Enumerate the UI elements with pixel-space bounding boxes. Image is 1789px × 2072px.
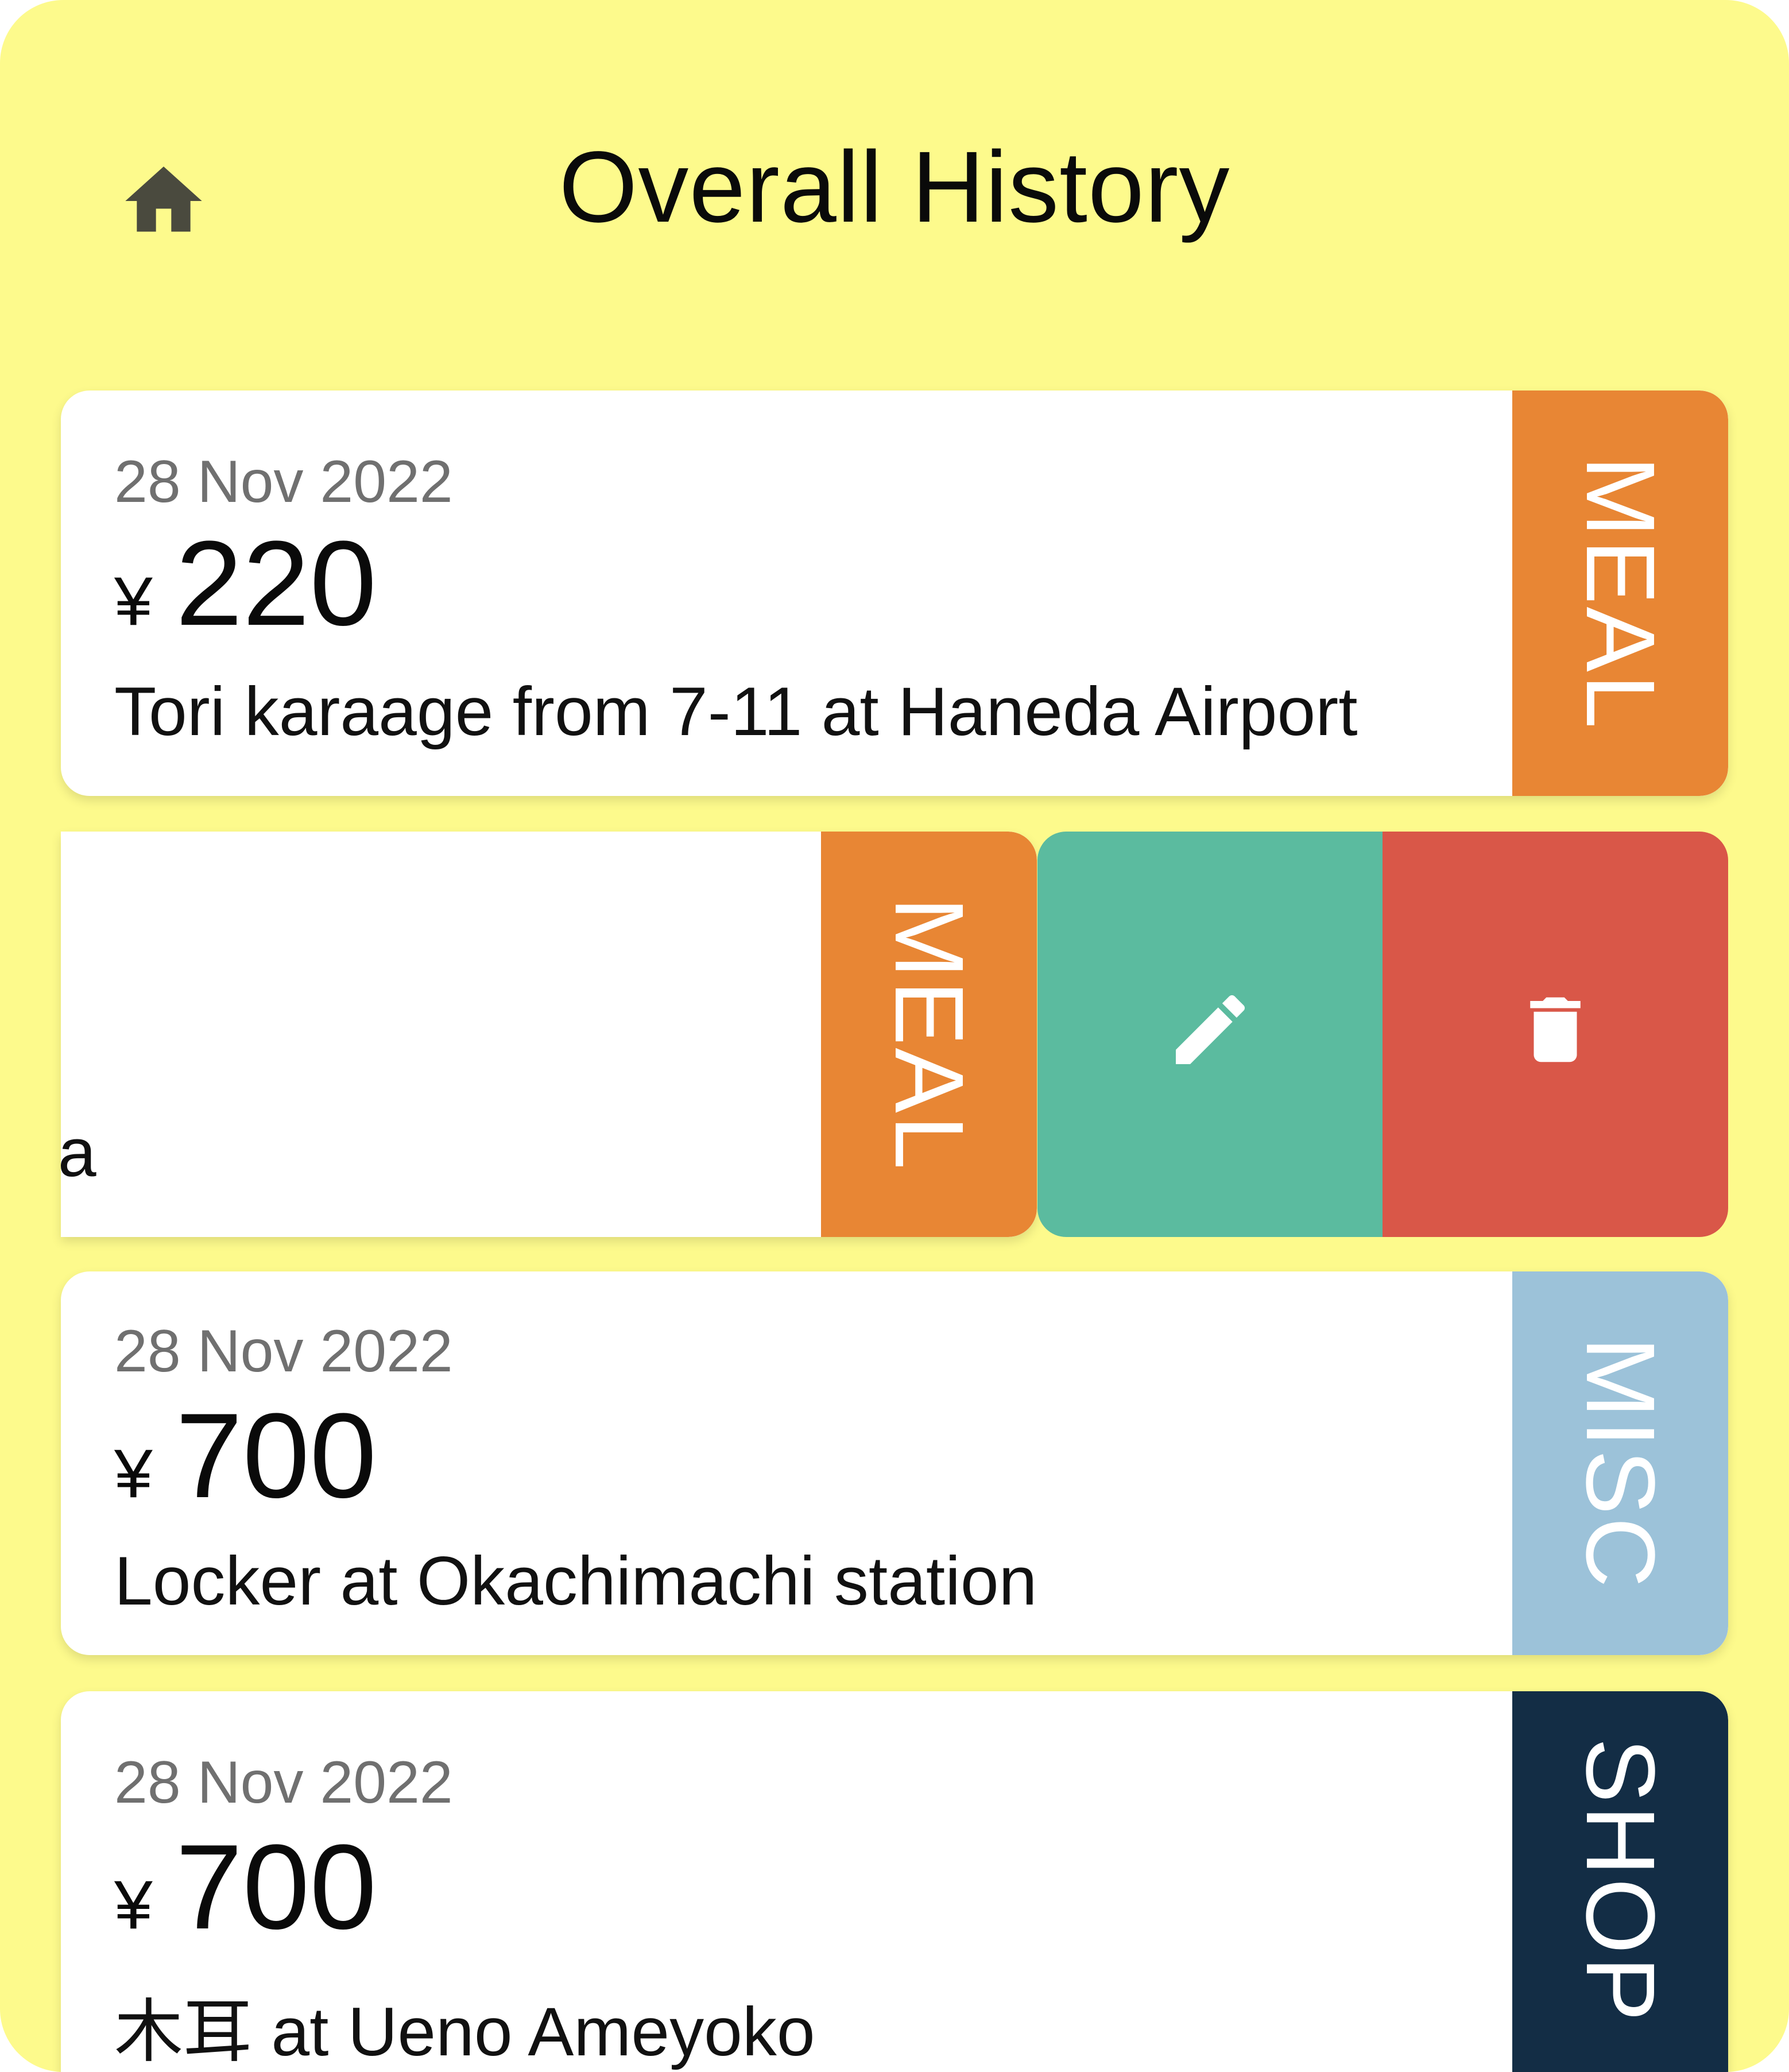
entry-date: 28 Nov 2022 [114, 1749, 453, 1816]
entry-date: 28 Nov 2022 [114, 1318, 453, 1385]
entry-card[interactable]: 28 Nov 2022 ¥220 Tori karaage from 7-11 … [61, 391, 1728, 796]
page-title: Overall History [559, 131, 1230, 243]
edit-button[interactable] [1037, 832, 1383, 1237]
pencil-icon [1175, 995, 1245, 1064]
amount-value: 700 [175, 1819, 377, 1954]
currency-symbol: ¥ [114, 563, 153, 640]
amount-value: 700 [175, 1388, 377, 1523]
category-label: MISC [1566, 1336, 1675, 1590]
trash-icon [1530, 997, 1581, 1062]
entry-card[interactable]: 28 Nov 2022 ¥700 木耳 at Ueno Ameyoko SHOP [61, 1691, 1728, 2072]
entry-amount: ¥700 [114, 1386, 377, 1525]
history-entry[interactable]: 28 Nov 2022 ¥700 木耳 at Ueno Ameyoko SHOP [61, 1691, 1728, 2072]
entry-description: Locker at Okachimachi station [114, 1543, 1037, 1619]
amount-value: 220 [175, 516, 377, 651]
entry-description-fragment: 'a [61, 1114, 96, 1191]
entry-card[interactable]: 28 Nov 2022 ¥700 Locker at Okachimachi s… [61, 1271, 1728, 1655]
entry-description: Tori karaage from 7-11 at Haneda Airport [114, 673, 1358, 750]
entry-amount: ¥700 [114, 1818, 377, 1957]
category-tag: MISC [1512, 1271, 1728, 1655]
currency-symbol: ¥ [114, 1435, 153, 1512]
history-entry[interactable]: 28 Nov 2022 ¥220 Tori karaage from 7-11 … [61, 391, 1728, 796]
category-tag: SHOP [1512, 1691, 1728, 2072]
header: Overall History [0, 0, 1789, 379]
category-label: MEAL [1566, 455, 1675, 731]
history-entry[interactable]: 28 Nov 2022 ¥700 Locker at Okachimachi s… [61, 1271, 1728, 1655]
entry-amount: ¥220 [114, 514, 377, 653]
delete-button[interactable] [1383, 832, 1728, 1237]
entry-description: 木耳 at Ueno Ameyoko [114, 1993, 815, 2070]
currency-symbol: ¥ [114, 1866, 153, 1943]
history-entry-swiped[interactable]: 'a MEAL [61, 832, 1728, 1237]
entry-date: 28 Nov 2022 [114, 449, 453, 515]
category-tag: MEAL [1512, 391, 1728, 796]
category-label: SHOP [1566, 1738, 1675, 2024]
category-label: MEAL [874, 896, 983, 1172]
category-tag: MEAL [821, 832, 1037, 1237]
entry-card[interactable]: 'a MEAL [61, 832, 1037, 1237]
app-screen: Overall History 28 Nov 2022 ¥220 Tori ka… [0, 0, 1789, 2072]
